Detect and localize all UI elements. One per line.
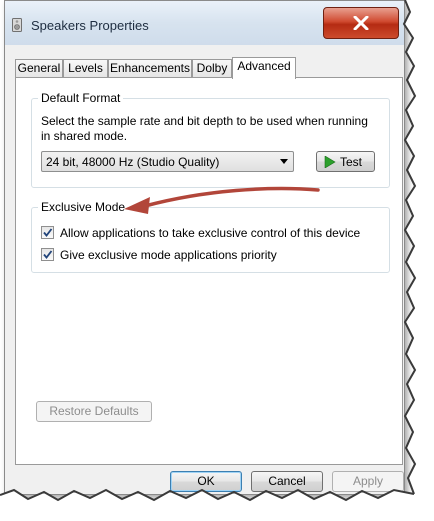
tab-advanced[interactable]: Advanced [232,57,296,79]
torn-edge-decoration [0,0,434,521]
